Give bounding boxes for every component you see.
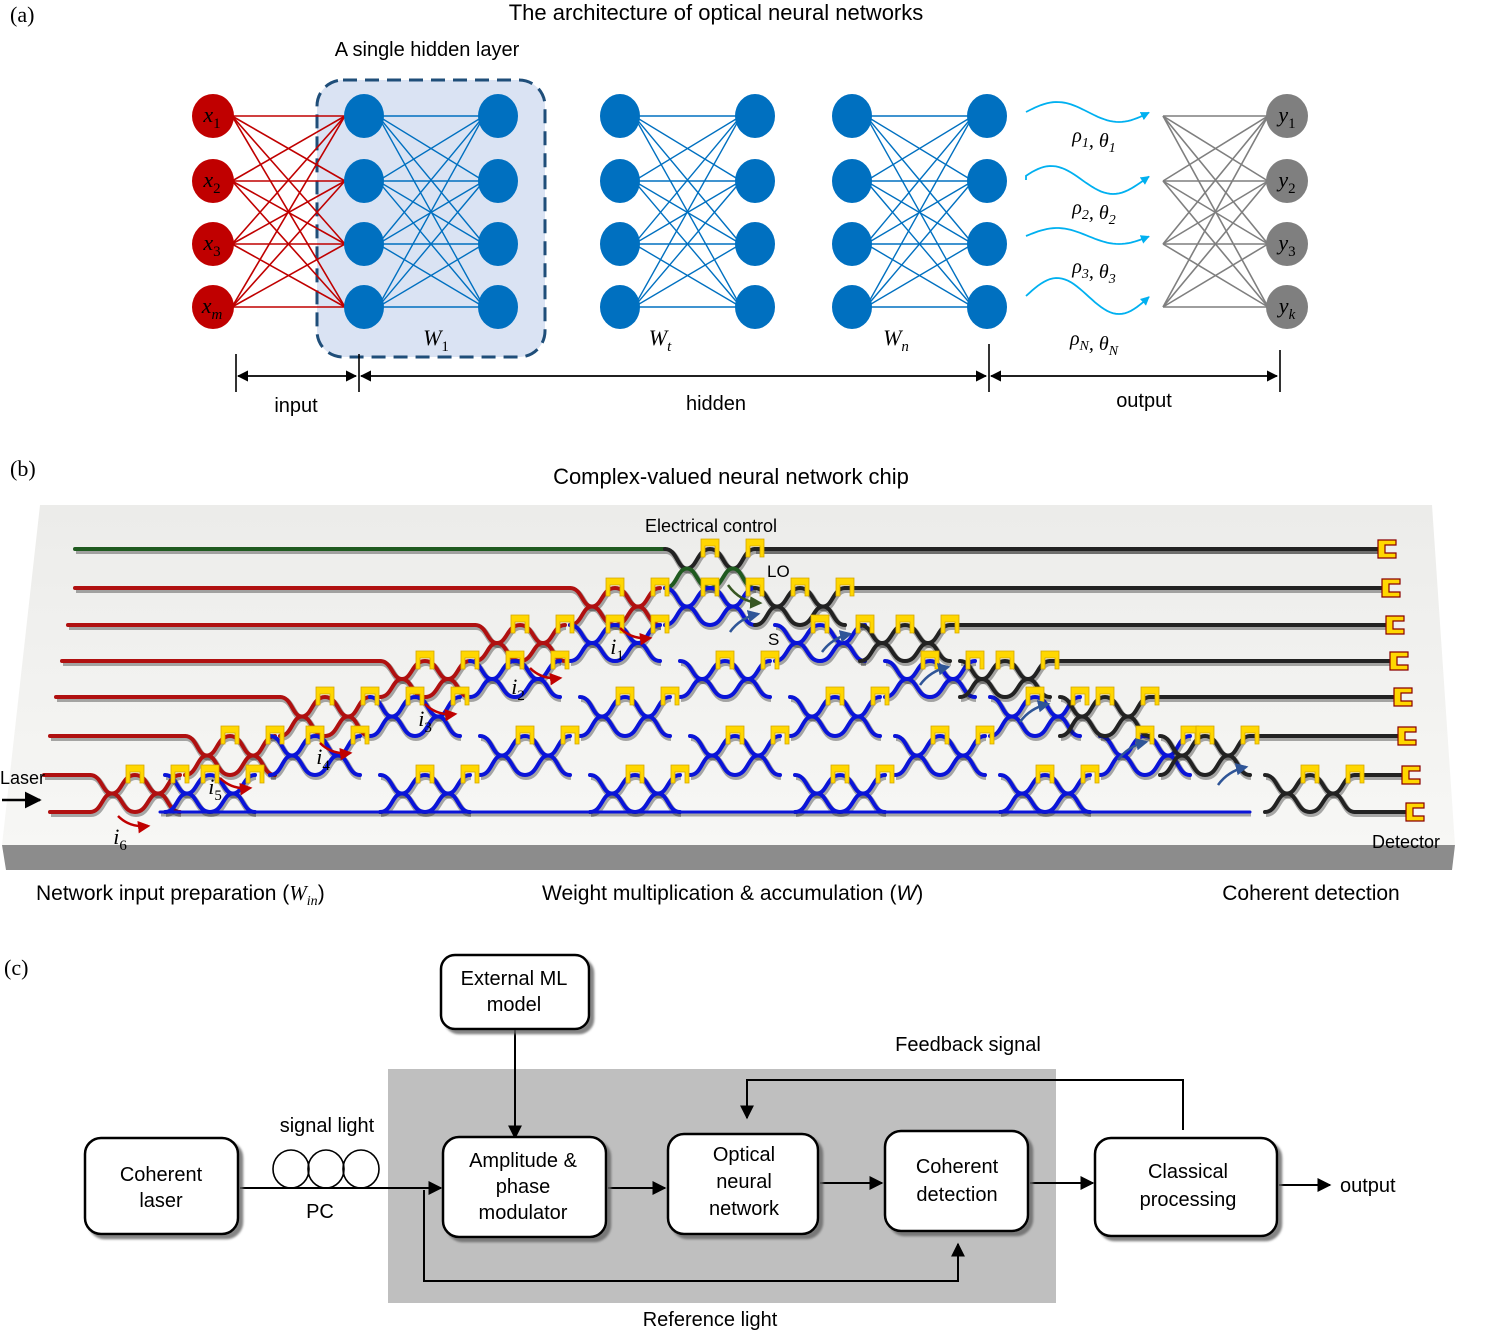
span-output-label: output [1116, 390, 1172, 412]
hidden-node [967, 222, 1007, 266]
reference-light-label: Reference light [643, 1309, 778, 1331]
panel-b-label: (b) [10, 456, 36, 481]
optical-wave [1025, 165, 1150, 195]
pc-label: PC [306, 1201, 334, 1223]
span-input-label: input [274, 395, 318, 417]
lo-label: LO [767, 562, 790, 581]
hidden-node [344, 94, 384, 138]
hidden-node [832, 285, 872, 329]
panel-b: (b) Complex-valued neural network chip E… [0, 456, 1455, 909]
hidden-node [600, 285, 640, 329]
s-label: S [768, 630, 779, 649]
hidden-node [735, 159, 775, 203]
panel-b-title: Complex-valued neural network chip [553, 464, 909, 489]
hidden-node [600, 222, 640, 266]
detector-label: Detector [1372, 832, 1440, 852]
section-input-preparation: Network input preparation (Win) [36, 881, 325, 909]
span-hidden-label: hidden [686, 393, 746, 415]
amplitude-phase-label: ρ3, θ3 [1071, 256, 1115, 287]
hidden-node [832, 94, 872, 138]
polarization-controller-icon [272, 1149, 380, 1189]
section-coherent-detection: Coherent detection [1222, 882, 1399, 905]
amplitude-phase-label: ρN, θN [1069, 328, 1119, 359]
amplitude-phase-label: ρ2, θ2 [1071, 197, 1115, 228]
optical-wave [1025, 277, 1150, 315]
hidden-node [344, 159, 384, 203]
hidden-node [735, 94, 775, 138]
hidden-node [967, 285, 1007, 329]
signal-light-label: signal light [280, 1115, 375, 1137]
panel-a-title: The architecture of optical neural netwo… [509, 0, 924, 25]
hidden-node [600, 94, 640, 138]
hidden-node [967, 94, 1007, 138]
block-classical-processing: Classical processing [1093, 1136, 1279, 1238]
optical-wave [1025, 227, 1150, 245]
hidden-node [832, 159, 872, 203]
hidden-node [478, 285, 518, 329]
feedback-signal-label: Feedback signal [895, 1034, 1041, 1056]
hidden-node [478, 222, 518, 266]
hidden-node [344, 285, 384, 329]
hidden-node [344, 222, 384, 266]
block-external-ml-model: External ML model [439, 953, 591, 1031]
hidden-node [832, 222, 872, 266]
laser-label: Laser [0, 768, 45, 788]
hidden-node [735, 222, 775, 266]
section-weight-multiplication: Weight multiplication & accumulation (W) [542, 882, 923, 905]
hidden-node [478, 159, 518, 203]
panel-c: (c) signal light PC Feedback signal Refe… [4, 953, 1396, 1331]
block-optical-neural-network: Optical neural network [666, 1132, 820, 1236]
output-label: output [1340, 1175, 1396, 1197]
electrical-control-label: Electrical control [645, 516, 777, 536]
hidden-node [967, 159, 1007, 203]
hidden-node [600, 159, 640, 203]
optical-wave [1025, 101, 1150, 123]
figure-canvas: (a) The architecture of optical neural n… [0, 0, 1455, 1331]
weight-matrix-label: Wt [649, 325, 672, 355]
weight-matrix-label: Wn [883, 325, 909, 355]
block-coherent-detection: Coherent detection [883, 1129, 1030, 1233]
block-coherent-laser: Coherent laser [83, 1136, 240, 1236]
panel-a-label: (a) [10, 2, 34, 27]
amplitude-phase-label: ρ1, θ1 [1071, 125, 1115, 156]
hidden-box-label: A single hidden layer [335, 39, 520, 61]
chip-substrate-edge [2, 845, 1455, 870]
block-label: Optical neural network [709, 1144, 780, 1220]
panel-c-label: (c) [4, 955, 28, 980]
block-amplitude-phase-modulator: Amplitude & phase modulator [441, 1135, 608, 1239]
hidden-node [478, 94, 518, 138]
hidden-node [735, 285, 775, 329]
panel-a: (a) The architecture of optical neural n… [10, 0, 1308, 417]
